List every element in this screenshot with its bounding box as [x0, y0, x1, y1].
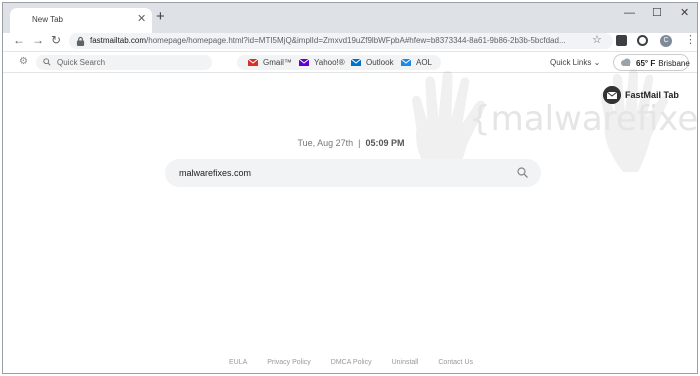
- yahoo-link[interactable]: Yahoo!®: [299, 57, 345, 68]
- quick-links-label: Quick Links: [550, 58, 592, 67]
- tab-new-tab[interactable]: New Tab ✕: [10, 8, 152, 33]
- gmail-envelope-icon: [248, 59, 258, 66]
- profile-avatar[interactable]: C: [660, 35, 672, 47]
- outlook-envelope-icon: [351, 59, 361, 66]
- footer-link-uninstall[interactable]: Uninstall: [392, 359, 419, 366]
- minimize-icon[interactable]: —: [624, 7, 635, 19]
- window-close-icon[interactable]: ✕: [680, 7, 689, 19]
- watermark-text: {malwarefixes}: [469, 99, 698, 139]
- gmail-label: Gmail™: [263, 58, 292, 67]
- search-icon[interactable]: [517, 167, 528, 178]
- back-arrow-icon[interactable]: ←: [13, 33, 25, 47]
- outlook-label: Outlook: [366, 58, 394, 67]
- forward-arrow-icon[interactable]: →: [32, 33, 44, 47]
- current-date: Tue, Aug 27th: [297, 138, 354, 148]
- url-text: fastmailtab.com/homepage/homepage.html?i…: [90, 36, 580, 45]
- brand-name: FastMail Tab: [625, 90, 679, 100]
- url-host: fastmailtab.com: [90, 36, 147, 45]
- address-bar[interactable]: fastmailtab.com/homepage/homepage.html?i…: [69, 33, 613, 49]
- outlook-link[interactable]: Outlook: [351, 57, 394, 68]
- footer-link-dmca[interactable]: DMCA Policy: [331, 359, 372, 366]
- footer-link-privacy[interactable]: Privacy Policy: [267, 359, 311, 366]
- chevron-down-icon: ⌄: [593, 58, 601, 67]
- gear-icon[interactable]: ⚙: [19, 56, 28, 68]
- extension-icon[interactable]: [616, 35, 627, 46]
- footer-link-eula[interactable]: EULA: [229, 359, 247, 366]
- cloud-icon: [621, 58, 631, 66]
- reload-icon[interactable]: ↻: [51, 33, 61, 47]
- current-time: 05:09 PM: [365, 138, 405, 148]
- yahoo-envelope-icon: [299, 59, 309, 66]
- mail-links-group: Gmail™ Yahoo!® Outlook AOL: [237, 55, 441, 70]
- browser-toolbar: ← → ↻ fastmailtab.com/homepage/homepage.…: [3, 33, 697, 50]
- url-path: /homepage/homepage.html?id=MTI5MjQ&implI…: [146, 36, 566, 45]
- bookmark-star-icon[interactable]: ☆: [592, 34, 602, 47]
- footer-links: EULA Privacy Policy DMCA Policy Uninstal…: [3, 359, 697, 366]
- gmail-link[interactable]: Gmail™: [248, 57, 292, 68]
- aol-envelope-icon: [401, 59, 411, 66]
- tab-title: New Tab: [32, 15, 63, 24]
- maximize-icon[interactable]: ☐: [652, 7, 662, 19]
- tab-strip: New Tab ✕ + — ☐ ✕: [3, 3, 697, 33]
- new-tab-plus-icon[interactable]: +: [156, 9, 165, 25]
- yahoo-label: Yahoo!®: [314, 58, 345, 67]
- browser-window: New Tab ✕ + — ☐ ✕ ← → ↻ fastmailtab.com/…: [2, 2, 698, 374]
- quick-search-placeholder: Quick Search: [57, 58, 106, 67]
- more-menu-icon[interactable]: ⋮: [685, 33, 696, 48]
- aol-label: AOL: [416, 58, 433, 67]
- search-icon: [43, 58, 51, 66]
- quick-search-box[interactable]: Quick Search: [36, 55, 212, 70]
- quick-links-dropdown[interactable]: Quick Links ⌄: [550, 58, 600, 67]
- date-time: Tue, Aug 27th | 05:09 PM: [3, 138, 697, 148]
- footer-link-contact[interactable]: Contact Us: [438, 359, 473, 366]
- extension-icon[interactable]: [637, 35, 648, 46]
- envelope-logo-icon: [603, 86, 621, 104]
- lock-icon: [76, 36, 85, 46]
- close-tab-icon[interactable]: ✕: [137, 13, 146, 25]
- aol-link[interactable]: AOL: [401, 57, 432, 68]
- date-time-separator: |: [358, 138, 361, 148]
- main-search-input[interactable]: [179, 166, 499, 180]
- main-search-box[interactable]: [165, 159, 541, 187]
